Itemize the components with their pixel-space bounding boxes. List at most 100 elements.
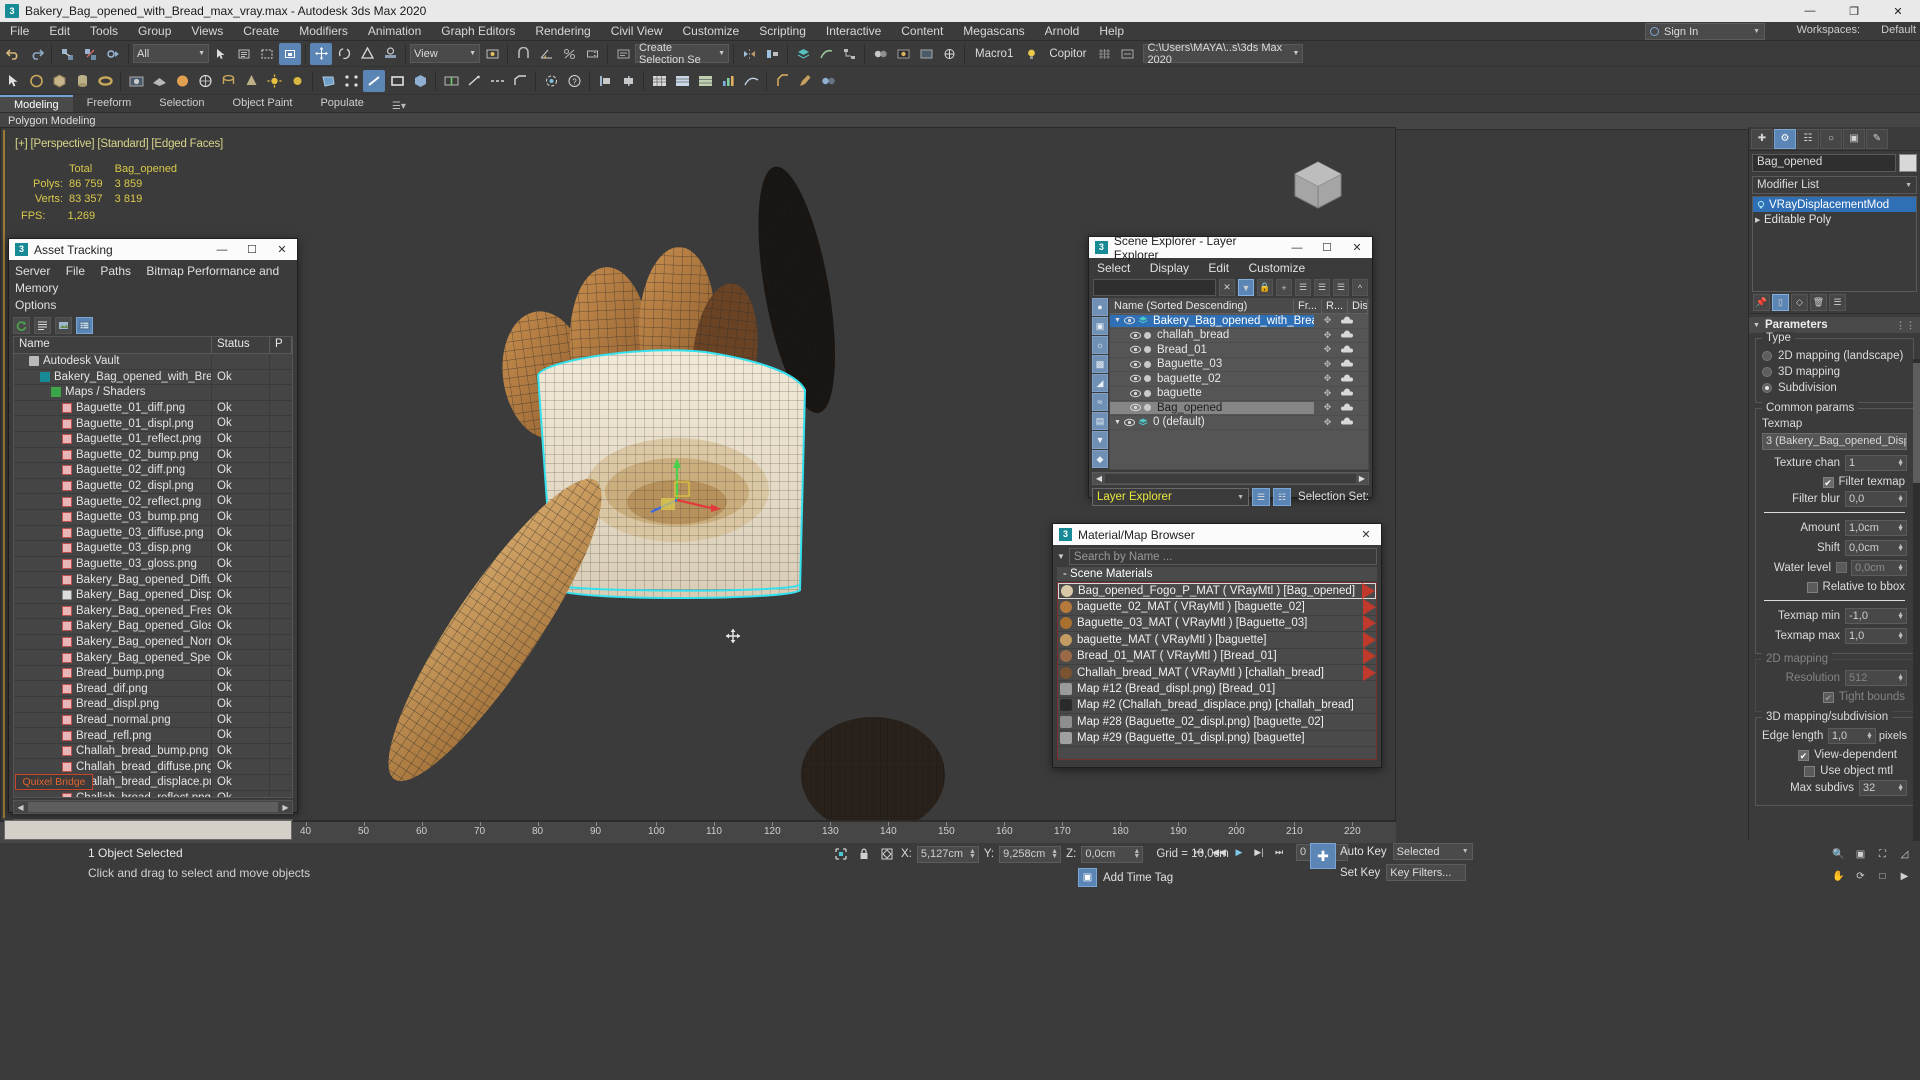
visibility-eye-icon[interactable] bbox=[1130, 389, 1141, 398]
filter-geometry-icon[interactable]: ● bbox=[1092, 298, 1108, 316]
asset-row[interactable]: Bread_displ.png Ok bbox=[14, 697, 292, 713]
go-to-end-icon[interactable]: ⏭ bbox=[1270, 843, 1288, 861]
se-menu-display[interactable]: Display bbox=[1150, 261, 1189, 275]
selection-lock-region-icon[interactable] bbox=[832, 845, 850, 863]
element-select-icon[interactable] bbox=[409, 70, 431, 92]
selection-lock-icon[interactable] bbox=[855, 845, 873, 863]
radio-2d-mapping[interactable]: 2D mapping (landscape) bbox=[1762, 348, 1907, 364]
scene-explorer-row[interactable]: baguette_02 ✥ bbox=[1110, 372, 1368, 387]
set-key-label[interactable]: Set Key bbox=[1340, 867, 1380, 879]
texmap-min-spinner[interactable]: -1,0 ▲ ▼ bbox=[1845, 607, 1907, 624]
auto-key-label[interactable]: Auto Key bbox=[1340, 846, 1387, 858]
scene-explorer-row[interactable]: Baguette_03 ✥ bbox=[1110, 358, 1368, 372]
selection-filter-combo[interactable]: All ▼ bbox=[133, 44, 209, 63]
omni-light-icon[interactable] bbox=[286, 70, 308, 92]
se-menu-select[interactable]: Select bbox=[1097, 261, 1130, 275]
visibility-eye-icon[interactable] bbox=[1130, 360, 1141, 369]
water-level-spinner[interactable]: 0,0cm ▲ ▼ bbox=[1851, 559, 1907, 576]
select-and-rotate-icon[interactable] bbox=[333, 43, 355, 65]
spinner-down-icon[interactable]: ▼ bbox=[1866, 734, 1873, 741]
scene-explorer-window[interactable]: 3 Scene Explorer - Layer Explorer — ☐ ✕ … bbox=[1088, 234, 1373, 506]
scene-explorer-close[interactable]: ✕ bbox=[1342, 237, 1372, 258]
layer-explorer-icon[interactable] bbox=[792, 43, 814, 65]
play-animation-icon[interactable]: ▶ bbox=[1230, 843, 1248, 861]
menu-group[interactable]: Group bbox=[128, 22, 181, 41]
render-setup-icon[interactable] bbox=[892, 43, 914, 65]
column-name[interactable]: Name bbox=[14, 337, 212, 353]
tab-modify[interactable]: ⚙ bbox=[1774, 128, 1796, 149]
snapshot-icon[interactable] bbox=[125, 70, 147, 92]
asset-row[interactable]: Baguette_03_diffuse.png Ok bbox=[14, 525, 292, 542]
help-icon[interactable]: ? bbox=[563, 70, 585, 92]
menu-create[interactable]: Create bbox=[233, 22, 289, 41]
border-select-icon[interactable] bbox=[386, 70, 408, 92]
lock-icon[interactable]: 🔒 bbox=[1257, 279, 1273, 296]
asset-row[interactable]: Bread_refl.png Ok bbox=[14, 728, 292, 744]
sphere-primitive-icon[interactable] bbox=[171, 70, 193, 92]
pin-stack-icon[interactable]: 📌 bbox=[1753, 294, 1770, 311]
spreadsheet-icon[interactable] bbox=[648, 70, 670, 92]
scroll-thumb[interactable] bbox=[28, 802, 278, 812]
modifier-stack-row[interactable]: VRayDisplacementMod bbox=[1753, 197, 1916, 212]
menu-content[interactable]: Content bbox=[891, 22, 953, 41]
material-row[interactable]: Bag_opened_Fogo_P_MAT ( VRayMtl ) [Bag_o… bbox=[1058, 583, 1376, 600]
radio-3d-mapping[interactable]: 3D mapping bbox=[1762, 364, 1907, 380]
polygon-select-icon[interactable] bbox=[317, 70, 339, 92]
modifier-list-combo[interactable]: Modifier List ▼ bbox=[1752, 176, 1917, 194]
visibility-eye-icon[interactable] bbox=[1130, 403, 1141, 412]
relative-to-bbox-checkbox[interactable]: Relative to bbox bbox=[1762, 579, 1907, 595]
filter-groups-icon[interactable]: ▤ bbox=[1092, 412, 1108, 430]
spinner-down-icon[interactable]: ▼ bbox=[1897, 461, 1904, 468]
asset-tracking-minimize[interactable]: — bbox=[207, 239, 237, 260]
tab-modeling[interactable]: Modeling bbox=[0, 95, 73, 112]
bitmap-view-icon[interactable] bbox=[55, 316, 72, 334]
render-toggle-icon[interactable] bbox=[1341, 359, 1368, 369]
texture-channel-spinner[interactable]: 1 ▲ ▼ bbox=[1845, 454, 1907, 471]
visibility-eye-icon[interactable] bbox=[1123, 316, 1135, 325]
tab-hierarchy[interactable]: ☷ bbox=[1797, 128, 1819, 149]
filter-helpers-icon[interactable]: ◢ bbox=[1092, 374, 1108, 392]
maximize-viewport-icon[interactable]: □ bbox=[1873, 867, 1892, 886]
x-coordinate-field[interactable]: 5,127cm ▲ ▼ bbox=[916, 845, 979, 863]
reference-coord-combo[interactable]: View ▼ bbox=[410, 44, 480, 63]
se-scroll-left-icon[interactable]: ◀ bbox=[1093, 474, 1105, 483]
torus-primitive-icon[interactable] bbox=[94, 70, 116, 92]
filter-xrefs-icon[interactable]: ▼ bbox=[1092, 431, 1108, 449]
filter-shapes-icon[interactable]: ▣ bbox=[1092, 317, 1108, 335]
layer-explorer-combo[interactable]: Layer Explorer ▼ bbox=[1092, 488, 1250, 506]
select-object-icon[interactable] bbox=[210, 43, 232, 65]
tab-populate[interactable]: Populate bbox=[306, 95, 377, 112]
select-object-tool-icon[interactable] bbox=[2, 70, 24, 92]
ribbon-dropdown-icon[interactable]: ☰▾ bbox=[392, 101, 406, 112]
project-folder-combo[interactable]: C:\Users\MAYA\..s\3ds Max 2020 ▼ bbox=[1143, 42, 1304, 66]
make-unique-icon[interactable]: ◇ bbox=[1791, 294, 1808, 311]
column-path[interactable]: P bbox=[270, 337, 292, 353]
z-coordinate-field[interactable]: 0,0cm ▲ ▼ bbox=[1081, 845, 1144, 863]
spinner-snap-icon[interactable] bbox=[581, 43, 603, 65]
scene-explorer2-icon[interactable] bbox=[694, 70, 716, 92]
freeze-toggle-icon[interactable]: ✥ bbox=[1314, 417, 1341, 428]
normalize-spline-icon[interactable] bbox=[740, 70, 762, 92]
asset-row[interactable]: Baguette_03_gloss.png Ok bbox=[14, 556, 292, 573]
percent-snap-icon[interactable] bbox=[558, 43, 580, 65]
spinner-down-icon[interactable]: ▼ bbox=[1897, 526, 1904, 533]
select-and-scale-icon[interactable] bbox=[356, 43, 378, 65]
texmap-max-spinner[interactable]: 1,0 ▲ ▼ bbox=[1845, 627, 1907, 644]
sun-light-icon[interactable] bbox=[263, 70, 285, 92]
asset-row[interactable]: Bread_dif.png Ok bbox=[14, 681, 292, 698]
scene-explorer-row[interactable]: challah_bread ✥ bbox=[1110, 329, 1368, 343]
expand-collapse-icon[interactable]: ▼ bbox=[1114, 419, 1121, 426]
set-key-button[interactable]: ✚ bbox=[1310, 843, 1336, 869]
material-row[interactable]: baguette_MAT ( VRayMtl ) [baguette] bbox=[1058, 631, 1376, 649]
asset-list-hscrollbar[interactable]: ◀ ▶ bbox=[13, 800, 293, 814]
material-row[interactable]: Bread_01_MAT ( VRayMtl ) [Bread_01] bbox=[1058, 648, 1376, 665]
maximize-button[interactable]: ❐ bbox=[1832, 0, 1876, 22]
render-toggle-icon[interactable] bbox=[1341, 403, 1368, 413]
asset-row[interactable]: Bakery_Bag_opened_with_Bread_max_vr...Ok bbox=[14, 369, 292, 386]
scroll-left-icon[interactable]: ◀ bbox=[14, 803, 27, 812]
plane-primitive-icon[interactable] bbox=[148, 70, 170, 92]
asset-row[interactable]: Challah_bread_reflect.png Ok bbox=[14, 790, 292, 797]
object-color-swatch[interactable] bbox=[1899, 154, 1917, 172]
statistics-icon[interactable] bbox=[717, 70, 739, 92]
spinner-down-icon[interactable]: ▼ bbox=[1133, 853, 1140, 860]
